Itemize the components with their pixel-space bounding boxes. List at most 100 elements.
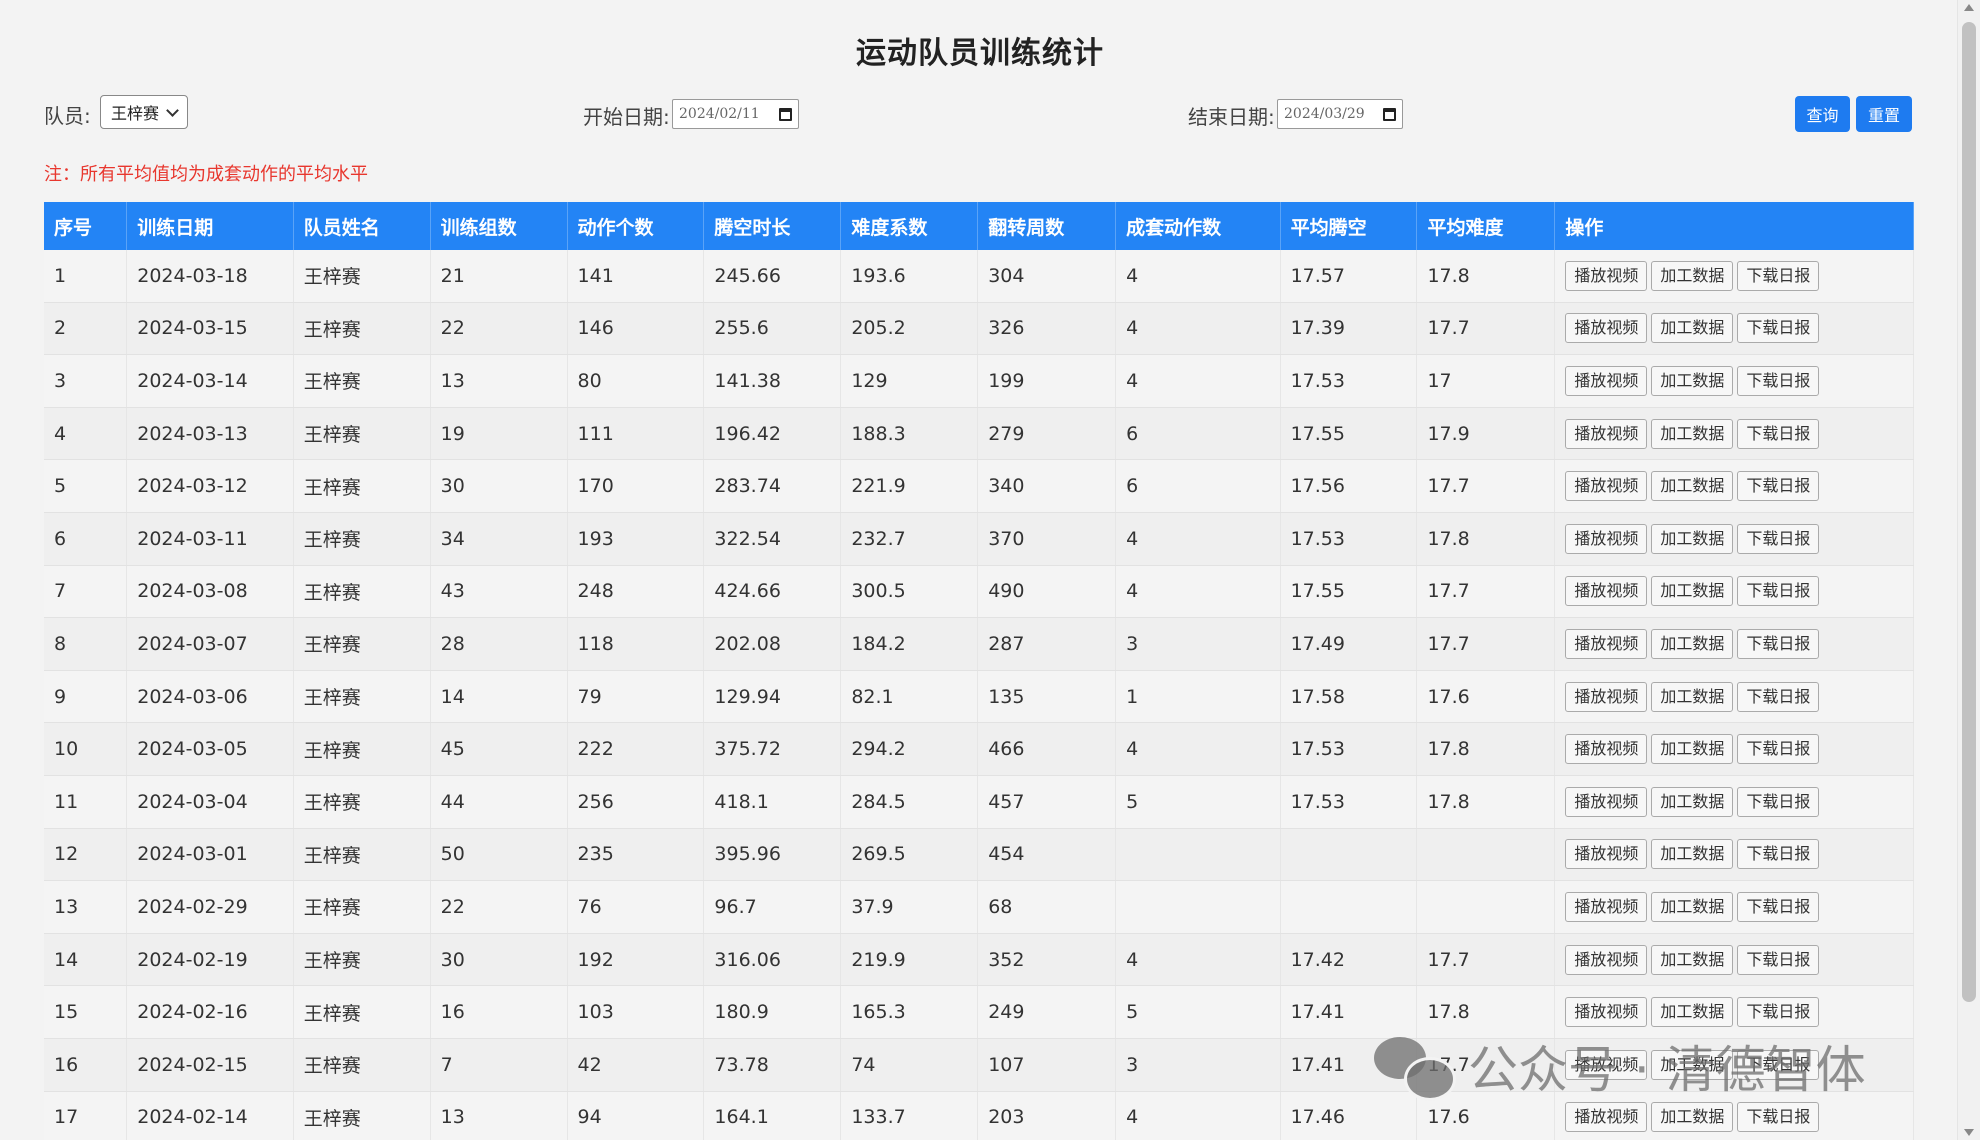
column-header: 队员姓名 [293, 202, 431, 250]
play-video-button[interactable]: 播放视频 [1565, 576, 1648, 607]
download-report-button[interactable]: 下载日报 [1737, 839, 1820, 870]
play-video-button[interactable]: 播放视频 [1565, 313, 1648, 344]
table-cell: 193 [567, 512, 705, 566]
process-data-button[interactable]: 加工数据 [1651, 471, 1734, 502]
process-data-button[interactable]: 加工数据 [1651, 418, 1734, 449]
table-cell: 304 [977, 250, 1117, 303]
process-data-button[interactable]: 加工数据 [1651, 1049, 1734, 1080]
table-cell: 17.55 [1280, 565, 1418, 619]
play-video-button[interactable]: 播放视频 [1565, 997, 1648, 1028]
download-report-button[interactable]: 下载日报 [1737, 1049, 1820, 1080]
download-report-button[interactable]: 下载日报 [1737, 313, 1820, 344]
download-report-button[interactable]: 下载日报 [1737, 523, 1820, 554]
table-cell: 118 [567, 617, 705, 671]
process-data-button[interactable]: 加工数据 [1651, 786, 1734, 817]
process-data-button[interactable]: 加工数据 [1651, 1102, 1734, 1133]
player-select-value: 王梓赛 [111, 104, 160, 123]
reset-button[interactable]: 重置 [1856, 96, 1912, 132]
start-date-label: 开始日期: [583, 105, 670, 129]
end-date-label: 结束日期: [1188, 105, 1275, 129]
player-select[interactable]: 王梓赛 [100, 95, 188, 129]
vertical-scrollbar[interactable] [1957, 0, 1980, 1140]
table-cell: 249 [977, 985, 1117, 1039]
table-cell: 13 [430, 1091, 568, 1140]
process-data-button[interactable]: 加工数据 [1651, 997, 1734, 1028]
download-report-button[interactable]: 下载日报 [1737, 891, 1820, 922]
table-cell: 王梓赛 [293, 985, 431, 1039]
process-data-button[interactable]: 加工数据 [1651, 260, 1734, 291]
table-cell: 43 [430, 565, 568, 619]
calendar-icon[interactable] [779, 107, 792, 121]
table-cell: 74 [840, 1038, 979, 1092]
table-cell: 287 [977, 617, 1117, 671]
download-report-button[interactable]: 下载日报 [1737, 681, 1820, 712]
play-video-button[interactable]: 播放视频 [1565, 418, 1648, 449]
download-report-button[interactable]: 下载日报 [1737, 260, 1820, 291]
scroll-down-icon[interactable] [1964, 1129, 1974, 1136]
table-cell: 4 [1115, 1091, 1281, 1140]
table-cell: 146 [567, 302, 705, 356]
scroll-thumb[interactable] [1962, 22, 1976, 1002]
play-video-button[interactable]: 播放视频 [1565, 734, 1648, 765]
download-report-button[interactable]: 下载日报 [1737, 997, 1820, 1028]
table-cell: 164.1 [703, 1091, 842, 1140]
process-data-button[interactable]: 加工数据 [1651, 523, 1734, 554]
column-header: 平均腾空 [1280, 202, 1418, 250]
table-cell: 17.7 [1416, 565, 1556, 619]
download-report-button[interactable]: 下载日报 [1737, 471, 1820, 502]
table-header-row: 序号 训练日期 队员姓名 训练组数 动作个数 腾空时长 难度系数 翻转周数 成套动作数 平均腾空平… [44, 202, 1914, 250]
table-cell: 2024-03-15 [126, 302, 294, 356]
end-date-input[interactable]: 2024/03/29 [1277, 99, 1403, 129]
table-cell: 129.94 [703, 670, 842, 724]
play-video-button[interactable]: 播放视频 [1565, 839, 1648, 870]
process-data-button[interactable]: 加工数据 [1651, 734, 1734, 765]
start-date-value: 2024/02/11 [679, 106, 760, 122]
process-data-button[interactable]: 加工数据 [1651, 839, 1734, 870]
download-report-button[interactable]: 下载日报 [1737, 628, 1820, 659]
download-report-button[interactable]: 下载日报 [1737, 944, 1820, 975]
play-video-button[interactable]: 播放视频 [1565, 786, 1648, 817]
table-cell: 2024-02-29 [126, 880, 294, 934]
play-video-button[interactable]: 播放视频 [1565, 260, 1648, 291]
table-cell: 2024-03-05 [126, 722, 294, 776]
play-video-button[interactable]: 播放视频 [1565, 1102, 1648, 1133]
table-cell: 79 [567, 670, 705, 724]
process-data-button[interactable]: 加工数据 [1651, 365, 1734, 396]
play-video-button[interactable]: 播放视频 [1565, 628, 1648, 659]
table-cell: 17.8 [1416, 512, 1556, 566]
table-cell: 2024-02-15 [126, 1038, 294, 1092]
download-report-button[interactable]: 下载日报 [1737, 365, 1820, 396]
query-button[interactable]: 查询 [1795, 96, 1850, 132]
table-cell: 107 [977, 1038, 1117, 1092]
play-video-button[interactable]: 播放视频 [1565, 365, 1648, 396]
calendar-icon[interactable] [1383, 107, 1396, 121]
table-cell: 17.49 [1280, 617, 1418, 671]
download-report-button[interactable]: 下载日报 [1737, 418, 1820, 449]
table-row: 11 2024-03-04 王梓赛 44 256 418.1 284.5 457 5 17.53 1… [44, 775, 1914, 829]
actions-cell: 播放视频 加工数据 下载日报 [1554, 354, 1914, 408]
play-video-button[interactable]: 播放视频 [1565, 944, 1648, 975]
download-report-button[interactable]: 下载日报 [1737, 1102, 1820, 1133]
scroll-up-icon[interactable] [1964, 4, 1974, 11]
process-data-button[interactable]: 加工数据 [1651, 681, 1734, 712]
table-cell: 2 [44, 302, 128, 356]
table-row: 10 2024-03-05 王梓赛 45 222 375.72 294.2 466 4 17.53… [44, 722, 1914, 776]
download-report-button[interactable]: 下载日报 [1737, 576, 1820, 607]
play-video-button[interactable]: 播放视频 [1565, 681, 1648, 712]
table-cell: 235 [567, 828, 705, 882]
table-cell: 13 [430, 354, 568, 408]
table-cell: 17.53 [1280, 512, 1418, 566]
play-video-button[interactable]: 播放视频 [1565, 523, 1648, 554]
process-data-button[interactable]: 加工数据 [1651, 576, 1734, 607]
play-video-button[interactable]: 播放视频 [1565, 1049, 1648, 1080]
table-cell: 17.41 [1280, 1038, 1418, 1092]
download-report-button[interactable]: 下载日报 [1737, 734, 1820, 765]
process-data-button[interactable]: 加工数据 [1651, 891, 1734, 922]
process-data-button[interactable]: 加工数据 [1651, 313, 1734, 344]
play-video-button[interactable]: 播放视频 [1565, 471, 1648, 502]
download-report-button[interactable]: 下载日报 [1737, 786, 1820, 817]
process-data-button[interactable]: 加工数据 [1651, 628, 1734, 659]
play-video-button[interactable]: 播放视频 [1565, 891, 1648, 922]
start-date-input[interactable]: 2024/02/11 [672, 99, 799, 129]
process-data-button[interactable]: 加工数据 [1651, 944, 1734, 975]
